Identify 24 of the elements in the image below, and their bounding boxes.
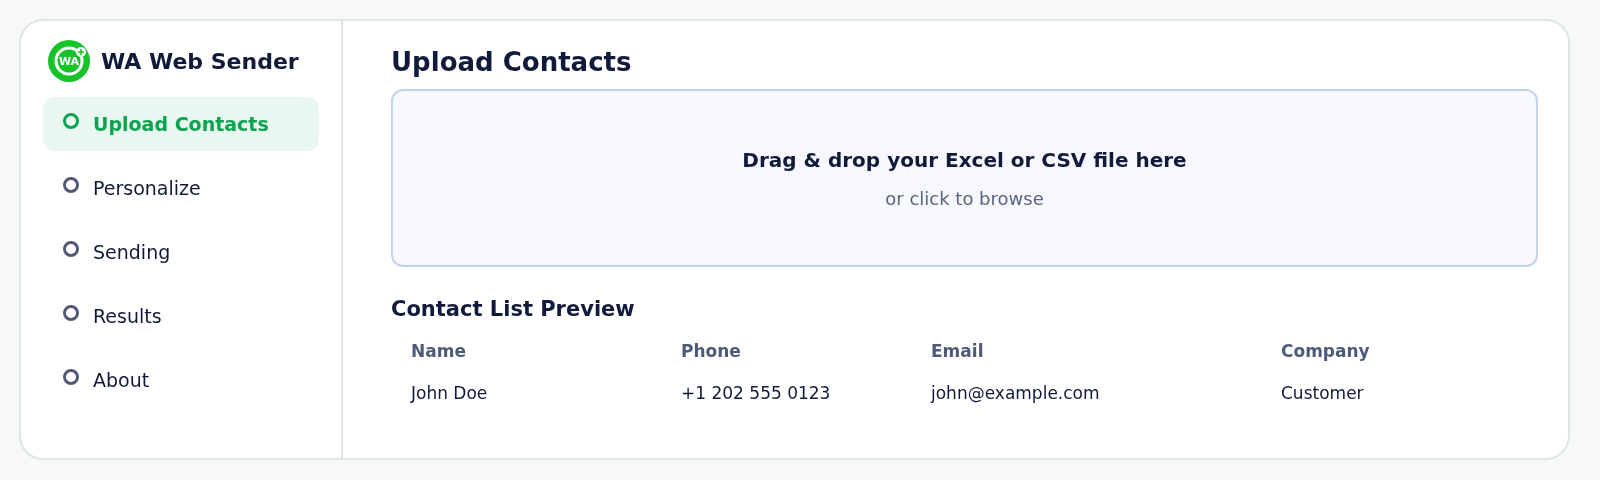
sidebar-item[interactable]: Personalize: [43, 161, 319, 215]
column-header: Email: [930, 340, 985, 363]
circle-icon: [63, 241, 79, 257]
circle-icon: [63, 369, 79, 385]
table-cell-text: John Doe: [409, 382, 489, 405]
drop-hint: or click to browse: [885, 187, 1044, 209]
circle-icon: [63, 305, 79, 321]
section-title: Contact List Preview: [391, 297, 636, 321]
logo-icon: WA: [47, 39, 91, 83]
table-cell-text: Customer: [1280, 382, 1365, 405]
sidebar-item[interactable]: About: [43, 353, 319, 407]
page-title: Upload Contacts: [391, 47, 633, 77]
drop-heading: Drag & drop your Excel or CSV file here: [742, 147, 1187, 172]
table-cell-text: john@example.com: [929, 382, 1101, 405]
column-header: Company: [1280, 340, 1371, 363]
sidebar-item[interactable]: Results: [43, 289, 319, 343]
column-header: Name: [410, 340, 467, 363]
circle-icon: [63, 177, 79, 193]
table-cell-text: +1 202 555 0123: [680, 382, 832, 405]
circle-icon: [63, 113, 79, 129]
app-title: WA Web Sender: [101, 48, 299, 74]
column-header: Phone: [680, 340, 742, 363]
drop-zone[interactable]: Drag & drop your Excel or CSV file here or click to browse: [391, 89, 1538, 267]
sidebar-item[interactable]: Sending: [43, 225, 319, 279]
